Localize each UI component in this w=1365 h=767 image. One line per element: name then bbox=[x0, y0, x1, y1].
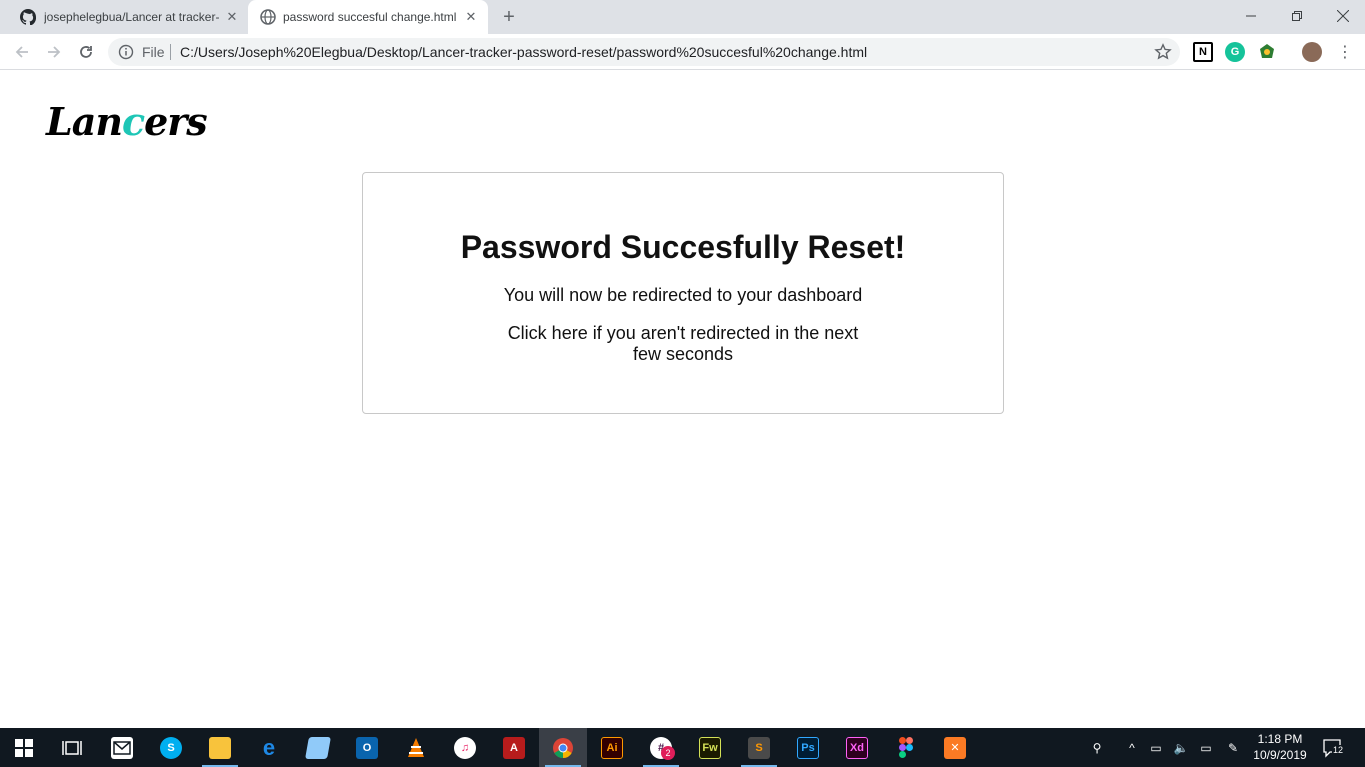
close-icon bbox=[1337, 10, 1349, 22]
redirect-link-line: Click here if you aren't redirected in t… bbox=[507, 323, 859, 343]
redirect-message: You will now be redirected to your dashb… bbox=[503, 285, 863, 305]
battery-icon[interactable]: ▭ bbox=[1195, 728, 1217, 767]
tab-title: password succesful change.html bbox=[283, 10, 457, 24]
page-content: Lancers Password Succesfully Reset! You … bbox=[0, 71, 1365, 728]
windows-taskbar: S e O ♫ A Ai # 2 Fw S Ps Xd ✕ ⚲ ^ ▭ 🔈 ▭ … bbox=[0, 728, 1365, 767]
clock-time: 1:18 PM bbox=[1257, 732, 1303, 746]
tab-title: josephelegbua/Lancer at tracker- bbox=[44, 10, 220, 24]
xampp-icon[interactable]: ✕ bbox=[931, 728, 979, 767]
restore-button[interactable] bbox=[1274, 0, 1320, 32]
system-clock[interactable]: 1:18 PM 10/9/2019 bbox=[1250, 731, 1310, 763]
tab-github[interactable]: josephelegbua/Lancer at tracker- ✕ bbox=[8, 0, 248, 34]
volume-icon[interactable]: 🔈 bbox=[1170, 728, 1192, 767]
back-button[interactable] bbox=[10, 40, 34, 64]
grammarly-icon[interactable]: G bbox=[1225, 42, 1245, 62]
logo-part: ers bbox=[144, 99, 208, 144]
lancers-logo[interactable]: Lancers bbox=[46, 99, 208, 144]
illustrator-icon[interactable]: Ai bbox=[588, 728, 636, 767]
edge-icon[interactable]: e bbox=[245, 728, 293, 767]
xd-icon[interactable]: Xd bbox=[833, 728, 881, 767]
outlook-icon[interactable]: O bbox=[343, 728, 391, 767]
arrow-right-icon bbox=[48, 46, 61, 58]
mail-icon[interactable] bbox=[98, 728, 146, 767]
clock-date: 10/9/2019 bbox=[1253, 748, 1307, 762]
address-bar[interactable]: File C:/Users/Joseph%20Elegbua/Desktop/L… bbox=[108, 38, 1180, 66]
more-menu-icon[interactable]: ⋮ bbox=[1335, 42, 1355, 62]
figma-icon[interactable] bbox=[882, 728, 930, 767]
network-icon[interactable]: ▭ bbox=[1145, 728, 1167, 767]
logo-part: Lan bbox=[46, 99, 123, 144]
task-view-icon[interactable] bbox=[48, 728, 96, 767]
profile-avatar[interactable] bbox=[1302, 42, 1322, 62]
sublime-icon[interactable]: S bbox=[735, 728, 783, 767]
tab-password-success[interactable]: password succesful change.html ✕ bbox=[248, 0, 488, 34]
reload-icon bbox=[80, 46, 92, 58]
success-card: Password Succesfully Reset! You will now… bbox=[362, 172, 1004, 414]
vlc-icon[interactable] bbox=[392, 728, 440, 767]
info-icon[interactable] bbox=[118, 44, 134, 60]
chevron-up-icon[interactable]: ^ bbox=[1122, 728, 1142, 767]
notepad-icon[interactable] bbox=[294, 728, 342, 767]
logo-accent: c bbox=[121, 99, 145, 144]
slack-icon[interactable]: # 2 bbox=[637, 728, 685, 767]
minimize-icon bbox=[1246, 15, 1256, 17]
minimize-button[interactable] bbox=[1228, 0, 1274, 32]
reload-button[interactable] bbox=[74, 40, 98, 64]
star-icon[interactable] bbox=[1154, 43, 1172, 61]
notification-icon[interactable]: 12 bbox=[1322, 738, 1346, 758]
redirect-link[interactable]: Click here if you aren't redirected in t… bbox=[493, 323, 873, 365]
tab-strip: josephelegbua/Lancer at tracker- ✕ passw… bbox=[0, 0, 1365, 34]
window-close-button[interactable] bbox=[1320, 0, 1365, 32]
github-icon bbox=[20, 9, 36, 25]
notion-icon[interactable]: N bbox=[1193, 42, 1213, 62]
forward-button[interactable] bbox=[42, 40, 66, 64]
browser-toolbar: File C:/Users/Joseph%20Elegbua/Desktop/L… bbox=[0, 34, 1365, 70]
acrobat-icon[interactable]: A bbox=[490, 728, 538, 767]
start-icon[interactable] bbox=[0, 728, 48, 767]
people-icon[interactable]: ⚲ bbox=[1086, 728, 1108, 767]
fireworks-icon[interactable]: Fw bbox=[686, 728, 734, 767]
arrow-left-icon bbox=[15, 46, 28, 58]
photoshop-icon[interactable]: Ps bbox=[784, 728, 832, 767]
chrome-icon[interactable] bbox=[539, 728, 587, 767]
success-title: Password Succesfully Reset! bbox=[460, 229, 906, 265]
new-tab-button[interactable]: + bbox=[499, 6, 519, 28]
close-icon[interactable]: ✕ bbox=[224, 9, 240, 25]
close-icon[interactable]: ✕ bbox=[463, 9, 479, 25]
globe-icon bbox=[260, 9, 276, 25]
redirect-link-line: few seconds bbox=[632, 344, 734, 364]
pen-icon[interactable]: ✎ bbox=[1222, 728, 1244, 767]
file-explorer-icon[interactable] bbox=[196, 728, 244, 767]
url-text[interactable]: C:/Users/Joseph%20Elegbua/Desktop/Lancer… bbox=[180, 44, 867, 60]
divider bbox=[170, 44, 171, 60]
vpn-icon[interactable] bbox=[1257, 42, 1277, 62]
scheme-label: File bbox=[142, 44, 165, 60]
itunes-icon[interactable]: ♫ bbox=[441, 728, 489, 767]
restore-icon bbox=[1292, 11, 1302, 21]
slack-badge: 2 bbox=[661, 746, 675, 760]
notification-count: 12 bbox=[1332, 745, 1345, 755]
skype-icon[interactable]: S bbox=[147, 728, 195, 767]
